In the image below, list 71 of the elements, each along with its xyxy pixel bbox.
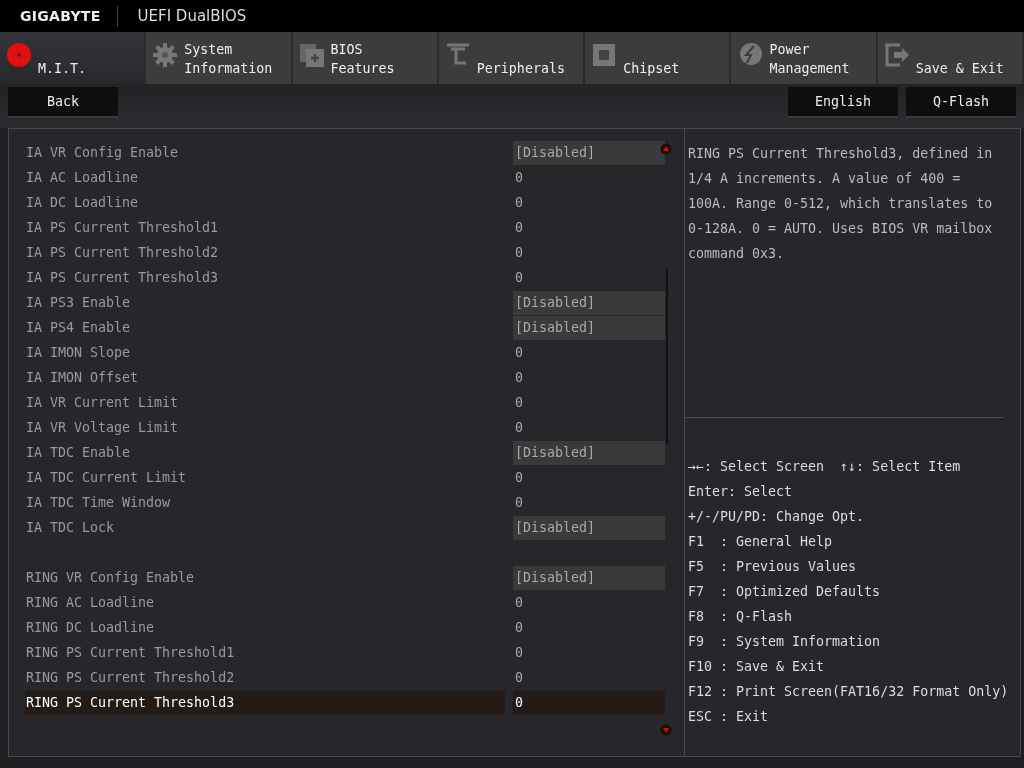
exit-icon: [883, 42, 910, 68]
option-value[interactable]: [Disabled]: [513, 516, 665, 540]
key-hint: F8 : Q-Flash: [688, 608, 794, 626]
number-value[interactable]: 0: [513, 591, 665, 615]
number-value[interactable]: 0: [513, 616, 665, 640]
key-hint: F7 : Optimized Defaults: [688, 583, 882, 601]
option-value[interactable]: [Disabled]: [513, 566, 665, 590]
number-value[interactable]: 0: [513, 266, 665, 290]
back-button[interactable]: Back: [8, 87, 118, 118]
key-hint: F10 : Save & Exit: [688, 658, 826, 676]
key-hint: →←: Select Screen ↑↓: Select Item: [688, 458, 962, 476]
setting-label[interactable]: IA TDC Time Window: [25, 491, 505, 515]
number-value[interactable]: 0: [513, 466, 665, 490]
chip-icon: [591, 42, 618, 68]
setting-label[interactable]: IA DC Loadline: [25, 191, 505, 215]
help-text: RING PS Current Threshold3, defined in 1/4 A increments. A value of 400 = 100A. Range 0-512, which translates to 0-128A. 0 = AUTO. Uses BIOS VR mailbox command 0x3.: [685, 129, 1004, 418]
number-value[interactable]: 0: [513, 666, 665, 690]
setting-label[interactable]: RING PS Current Threshold2: [25, 666, 505, 690]
number-value[interactable]: 0: [513, 166, 665, 190]
setting-label[interactable]: IA PS Current Threshold2: [25, 241, 505, 265]
number-value[interactable]: 0: [513, 691, 665, 715]
scroll-up-icon[interactable]: [660, 143, 672, 155]
setting-label[interactable]: IA PS4 Enable: [25, 316, 505, 340]
setting-label[interactable]: RING PS Current Threshold3: [25, 691, 505, 715]
number-value[interactable]: 0: [513, 341, 665, 365]
setting-label[interactable]: IA VR Voltage Limit: [25, 416, 505, 440]
setting-label[interactable]: IA TDC Current Limit: [25, 466, 505, 490]
key-hint: Enter: Select: [688, 483, 794, 501]
brand-logo: GIGABYTE: [0, 5, 118, 27]
key-hint: F12 : Print Screen(FAT16/32 Format Only): [688, 683, 1010, 701]
number-value[interactable]: 0: [513, 241, 665, 265]
menu-tab[interactable]: M.I.T.: [0, 32, 147, 84]
key-hint: F5 : Previous Values: [688, 558, 858, 576]
number-value[interactable]: 0: [513, 391, 665, 415]
toolbar-button[interactable]: English: [788, 87, 898, 118]
window-title: UEFI DualBIOS: [136, 5, 247, 27]
setting-label[interactable]: IA PS Current Threshold1: [25, 216, 505, 240]
key-hint: ESC : Exit: [688, 708, 770, 726]
gear-icon: [152, 42, 179, 68]
scroll-down-icon[interactable]: [660, 724, 672, 736]
setting-label[interactable]: IA VR Config Enable: [25, 141, 505, 165]
setting-label[interactable]: RING DC Loadline: [25, 616, 505, 640]
board-icon: [298, 42, 325, 68]
key-hint: +/-/PU/PD: Change Opt.: [688, 508, 866, 526]
number-value[interactable]: 0: [513, 191, 665, 215]
setting-label[interactable]: IA TDC Enable: [25, 441, 505, 465]
setting-label[interactable]: IA PS Current Threshold3: [25, 266, 505, 290]
setting-label[interactable]: IA AC Loadline: [25, 166, 505, 190]
option-value[interactable]: [Disabled]: [513, 441, 665, 465]
key-hint: F9 : System Information: [688, 633, 882, 651]
setting-label[interactable]: IA VR Current Limit: [25, 391, 505, 415]
option-value[interactable]: [Disabled]: [513, 291, 665, 315]
option-value[interactable]: [Disabled]: [513, 141, 665, 165]
disc-icon: [6, 42, 32, 68]
setting-label[interactable]: IA TDC Lock: [25, 516, 505, 540]
setting-label[interactable]: IA PS3 Enable: [25, 291, 505, 315]
number-value[interactable]: 0: [513, 491, 665, 515]
option-value[interactable]: [Disabled]: [513, 316, 665, 340]
number-value[interactable]: 0: [513, 641, 665, 665]
connector-icon: [444, 42, 471, 68]
key-hint: F1 : General Help: [688, 533, 834, 551]
number-value[interactable]: 0: [513, 416, 665, 440]
setting-label[interactable]: RING PS Current Threshold1: [25, 641, 505, 665]
setting-label[interactable]: IA IMON Offset: [25, 366, 505, 390]
number-value[interactable]: 0: [513, 366, 665, 390]
toolbar-button[interactable]: Q-Flash: [906, 87, 1016, 118]
lightning-icon: [737, 42, 764, 68]
setting-label[interactable]: IA IMON Slope: [25, 341, 505, 365]
setting-label[interactable]: RING AC Loadline: [25, 591, 505, 615]
setting-label[interactable]: RING VR Config Enable: [25, 566, 505, 590]
number-value[interactable]: 0: [513, 216, 665, 240]
